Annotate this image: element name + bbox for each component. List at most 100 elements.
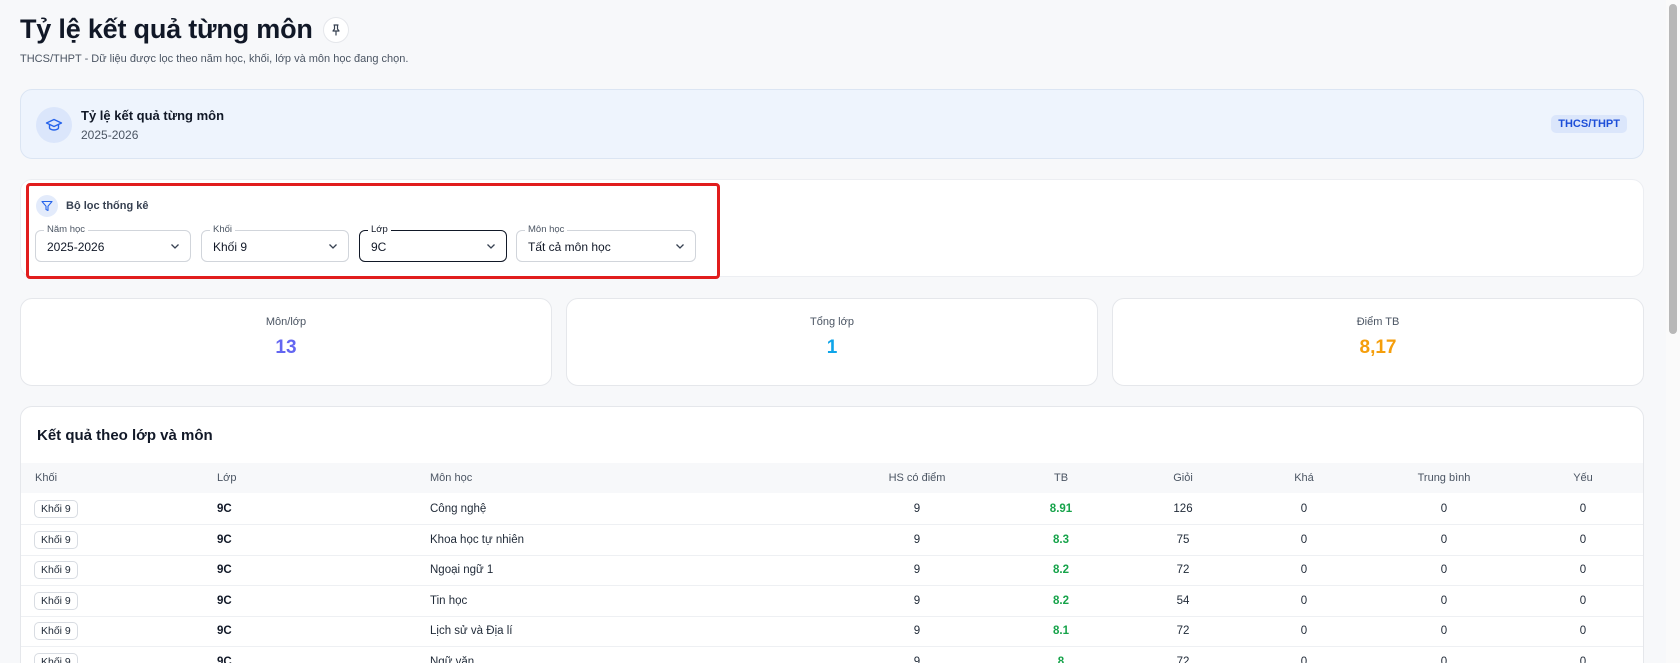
good-cell: 54 xyxy=(1176,594,1190,607)
column-header-avg: TB xyxy=(1053,472,1069,484)
stat-value: 13 xyxy=(275,337,297,358)
page-subtitle: THCS/THPT - Dữ liệu được lọc theo năm họ… xyxy=(20,53,409,65)
column-header-good: Giỏi xyxy=(1173,472,1193,484)
school-year-label: Năm học xyxy=(44,224,89,236)
subject-cell: Tin học xyxy=(430,594,468,607)
class-cell: 9C xyxy=(217,533,232,546)
title-row: Tỷ lệ kết quả từng môn xyxy=(20,14,349,45)
column-header-students: HS có điểm xyxy=(888,472,946,484)
table-row: Khối 9 9C Tin học 9 8.2 54 0 0 0 xyxy=(21,586,1643,617)
column-header-weak: Yếu xyxy=(1573,472,1593,484)
class-value: 9C xyxy=(371,240,387,254)
subject-cell: Ngoại ngữ 1 xyxy=(430,564,494,576)
stat-card-average-score: Điểm TB 8,17 xyxy=(1112,298,1644,386)
class-cell: 9C xyxy=(217,503,232,515)
grade-value: Khối 9 xyxy=(213,240,248,254)
graduation-cap-icon xyxy=(36,107,72,143)
table-row: Khối 9 9C Công nghệ 9 8.91 126 0 0 0 xyxy=(21,494,1643,525)
grade-label: Khối xyxy=(210,224,236,236)
average-cell: 0 xyxy=(1440,625,1448,637)
pin-button[interactable] xyxy=(322,16,349,43)
stat-value: 8,17 xyxy=(1359,337,1397,358)
fair-cell: 0 xyxy=(1300,655,1308,663)
average-cell: 0 xyxy=(1440,594,1448,607)
class-label: Lớp xyxy=(368,224,391,236)
column-header-grade: Khối xyxy=(35,472,58,484)
chevron-down-icon xyxy=(487,244,495,249)
grade-chip: Khối 9 xyxy=(34,591,78,610)
grade-select[interactable]: Khối Khối 9 xyxy=(201,224,349,262)
students-cell: 9 xyxy=(913,655,921,663)
grade-chip: Khối 9 xyxy=(34,500,78,518)
chevron-down-icon xyxy=(676,244,684,249)
stat-label: Tổng lớp xyxy=(810,316,854,328)
weak-cell: 0 xyxy=(1579,655,1587,663)
table-row: Khối 9 9C Ngữ văn 9 8 72 0 0 0 xyxy=(21,647,1643,663)
average-cell: 0 xyxy=(1440,533,1448,546)
students-cell: 9 xyxy=(913,533,921,546)
chevron-down-icon xyxy=(329,244,337,249)
column-header-fair: Khá xyxy=(1294,472,1314,484)
students-cell: 9 xyxy=(913,564,921,576)
avg-cell: 8.3 xyxy=(1053,533,1069,546)
results-table-card: Kết quả theo lớp và môn Khối Lớp Môn học… xyxy=(20,406,1644,663)
scrollbar-thumb[interactable] xyxy=(1669,4,1677,334)
table-row: Khối 9 9C Ngoại ngữ 1 9 8.2 72 0 0 0 xyxy=(21,555,1643,586)
chevron-down-icon xyxy=(171,244,179,249)
grade-chip: Khối 9 xyxy=(34,652,78,663)
fair-cell: 0 xyxy=(1300,564,1308,576)
class-cell: 9C xyxy=(217,594,232,607)
subject-cell: Lịch sử và Địa lí xyxy=(430,625,513,637)
avg-cell: 8.2 xyxy=(1053,564,1069,576)
subject-select[interactable]: Môn học Tất cả môn học xyxy=(516,224,696,262)
stat-label: Môn/lớp xyxy=(265,316,307,328)
page-title: Tỷ lệ kết quả từng môn xyxy=(20,14,313,44)
good-cell: 126 xyxy=(1173,503,1193,515)
stat-card-subject-class: Môn/lớp 13 xyxy=(20,298,552,386)
grade-chip: Khối 9 xyxy=(34,530,78,549)
school-year-select[interactable]: Năm học 2025-2026 xyxy=(35,224,191,262)
info-card-year: 2025-2026 xyxy=(81,128,139,142)
subject-cell: Ngữ văn xyxy=(430,655,475,663)
filter-title: Bộ lọc thống kê xyxy=(66,200,149,212)
fair-cell: 0 xyxy=(1300,625,1308,637)
grade-chip: Khối 9 xyxy=(34,561,78,579)
weak-cell: 0 xyxy=(1579,564,1587,576)
avg-cell: 8.91 xyxy=(1049,503,1073,515)
level-badge: THCS/THPT xyxy=(1551,115,1627,133)
weak-cell: 0 xyxy=(1579,594,1587,607)
students-cell: 9 xyxy=(913,625,921,637)
average-cell: 0 xyxy=(1440,503,1448,515)
average-cell: 0 xyxy=(1440,564,1448,576)
table-title: Kết quả theo lớp và môn xyxy=(37,427,213,444)
school-year-value: 2025-2026 xyxy=(47,240,105,254)
subject-cell: Khoa học tự nhiên xyxy=(430,533,525,546)
page-scrollbar[interactable] xyxy=(1666,0,1680,663)
grade-chip: Khối 9 xyxy=(34,622,78,640)
subject-value: Tất cả môn học xyxy=(528,240,611,254)
average-cell: 0 xyxy=(1440,655,1448,663)
stat-label: Điểm TB xyxy=(1356,316,1400,328)
good-cell: 75 xyxy=(1176,533,1190,546)
report-info-card: Tỷ lệ kết quả từng môn 2025-2026 THCS/TH… xyxy=(20,89,1644,159)
good-cell: 72 xyxy=(1176,564,1190,576)
fair-cell: 0 xyxy=(1300,594,1308,607)
subject-cell: Công nghệ xyxy=(430,503,487,515)
filter-header: Bộ lọc thống kê xyxy=(36,195,149,217)
fair-cell: 0 xyxy=(1300,503,1308,515)
stat-value: 1 xyxy=(826,337,838,358)
pin-icon xyxy=(332,23,340,36)
fair-cell: 0 xyxy=(1300,533,1308,546)
class-cell: 9C xyxy=(217,655,232,663)
good-cell: 72 xyxy=(1176,625,1190,637)
info-card-title: Tỷ lệ kết quả từng môn xyxy=(81,108,225,123)
avg-cell: 8.2 xyxy=(1053,594,1069,607)
table-header: Khối Lớp Môn học HS có điểm TB Giỏi Khá … xyxy=(21,463,1643,493)
class-select[interactable]: Lớp 9C xyxy=(359,224,507,262)
funnel-icon xyxy=(36,195,58,217)
students-cell: 9 xyxy=(913,594,921,607)
column-header-subject: Môn học xyxy=(430,472,473,484)
avg-cell: 8.1 xyxy=(1053,625,1069,637)
class-cell: 9C xyxy=(217,564,232,576)
weak-cell: 0 xyxy=(1579,533,1587,546)
